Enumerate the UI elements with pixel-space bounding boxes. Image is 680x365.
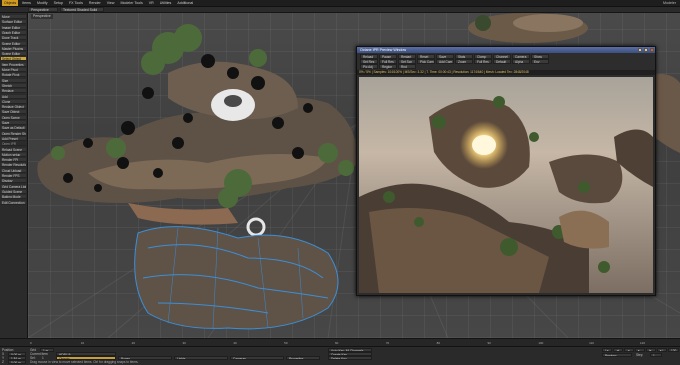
minimize-icon[interactable] bbox=[638, 48, 642, 52]
rock-top-right bbox=[468, 13, 588, 43]
menu-item-fx-tools[interactable]: FX Tools bbox=[67, 0, 85, 6]
tool-button-rotate-pivot[interactable]: Rotate Pivot bbox=[1, 73, 26, 78]
tool-button-graph-editor[interactable]: Graph Editor bbox=[1, 30, 26, 35]
tool-button-cloud-upload[interactable]: Cloud Upload bbox=[1, 168, 26, 173]
menu-item-vr[interactable]: VR bbox=[147, 0, 156, 6]
preview-button[interactable]: Preview bbox=[602, 353, 632, 357]
menu-item-view[interactable]: View bbox=[105, 0, 117, 6]
tool-button-reload-scene[interactable]: Reload Scene bbox=[1, 147, 26, 152]
step-label: Step bbox=[636, 353, 643, 357]
render-output[interactable] bbox=[359, 77, 653, 293]
menu-items: Objects Items Modify Setup FX Tools Render Vie… bbox=[2, 0, 195, 6]
step-back-icon[interactable]: ◀| bbox=[613, 348, 623, 352]
preview-btn-default[interactable]: Default bbox=[493, 59, 511, 64]
tool-button-image-editor[interactable]: Image Editor bbox=[1, 25, 26, 30]
menu-item-utilities[interactable]: Utilities bbox=[158, 0, 174, 6]
z-label: Z bbox=[2, 360, 4, 364]
preview-btn-rnd[interactable]: Rnd bbox=[398, 64, 416, 69]
tool-button-render-resolution[interactable]: Render Resolution bbox=[1, 163, 26, 168]
tool-button-open-scene[interactable]: Open Scene bbox=[1, 115, 26, 120]
tool-button-add[interactable]: Add bbox=[1, 94, 26, 99]
tool-button-master-plugins[interactable]: Master Plugins bbox=[1, 46, 26, 51]
octane-preview-window: Octane IPR Preview Window Reload Pause Res… bbox=[356, 46, 656, 296]
tool-button-open-ipr[interactable]: Open IPR bbox=[1, 142, 26, 147]
cameras-button[interactable]: Cameras bbox=[230, 356, 284, 360]
preview-toolbar: Reload Pause Restart Reset Save Stats Clamp Cha… bbox=[357, 53, 655, 69]
tool-button-stretch[interactable]: Stretch bbox=[1, 83, 26, 88]
torus-light-large bbox=[211, 89, 255, 121]
tool-button-grid-camera-light[interactable]: Grid Camera Light bbox=[1, 184, 26, 189]
frame-end-field[interactable]: 120 bbox=[668, 348, 679, 352]
tool-button-baking-mode[interactable]: Baking Mode bbox=[1, 195, 26, 200]
status-message: Drag mouse in view to move selected item… bbox=[30, 360, 139, 364]
shading-dropdown[interactable]: Textured Shaded Solid bbox=[60, 7, 104, 12]
window-title: Modeler bbox=[663, 1, 676, 5]
tool-button-motion-setup[interactable]: Motion setup bbox=[1, 152, 26, 157]
tool-button-display[interactable]: Display bbox=[1, 179, 26, 184]
tool-button-select-object[interactable]: Select Object bbox=[1, 57, 26, 62]
bottom-panel: Position X 0.00 m Y 1.84 m Z 0.00 m Grid… bbox=[0, 346, 680, 365]
menu-item-modeler-tools[interactable]: Modeler Tools bbox=[118, 0, 144, 6]
tool-button-open-render-shell[interactable]: Open Render Shell bbox=[1, 131, 26, 136]
tool-button-replace-object[interactable]: Replace Object bbox=[1, 105, 26, 110]
lights-button[interactable]: Lights bbox=[174, 356, 228, 360]
preview-btn-region[interactable]: Region bbox=[379, 64, 397, 69]
tool-button-move-pivot[interactable]: Move Pivot bbox=[1, 68, 26, 72]
step-field[interactable]: 1 bbox=[650, 353, 662, 357]
tool-button-guided-scene[interactable]: Guided Scene bbox=[1, 189, 26, 194]
tool-button-size[interactable]: Size bbox=[1, 78, 26, 83]
tool-button-surface-editor[interactable]: Surface Editor bbox=[1, 20, 26, 25]
preview-btn-add-cam[interactable]: Add Cam bbox=[436, 59, 454, 64]
preview-status: 0% / 5% | Samples: 104/100% | MS/Sec: 3.… bbox=[357, 70, 655, 75]
preview-btn-pick-cam[interactable]: Pick Cam bbox=[417, 59, 435, 64]
step-forward-icon[interactable]: |▶ bbox=[646, 348, 656, 352]
tool-button-dope-track[interactable]: Dope Track bbox=[1, 36, 26, 41]
close-icon[interactable] bbox=[650, 48, 654, 52]
tool-button-edit-connection[interactable]: Edit Connection bbox=[1, 200, 26, 205]
tool-button-clone[interactable]: Clone bbox=[1, 99, 26, 104]
tool-button-replace[interactable]: Replace bbox=[1, 89, 26, 94]
maximize-icon[interactable] bbox=[644, 48, 648, 52]
tool-button-move[interactable]: Move bbox=[1, 15, 26, 19]
menu-item-additional[interactable]: Additional bbox=[175, 0, 195, 6]
left-toolbar: Move Surface Editor Image Editor Graph Edit… bbox=[0, 13, 28, 338]
menu-item-modify[interactable]: Modify bbox=[35, 0, 50, 6]
play-reverse-icon[interactable]: ◀ bbox=[624, 348, 634, 352]
menu-item-render[interactable]: Render bbox=[87, 0, 103, 6]
tool-button-render-fpi[interactable]: Render FPI bbox=[1, 158, 26, 163]
tool-button-scene-editor[interactable]: Scene Editor bbox=[1, 41, 26, 46]
z-field[interactable]: 0.00 m bbox=[8, 360, 26, 364]
preview-btn-full-res[interactable]: Full Res bbox=[474, 59, 492, 64]
tool-button-item-properties[interactable]: Item Properties bbox=[1, 62, 26, 67]
main-menu-bar: Objects Items Modify Setup FX Tools Render Vie… bbox=[0, 0, 680, 7]
tool-button-save-object[interactable]: Save Object bbox=[1, 110, 26, 115]
menu-item-setup[interactable]: Setup bbox=[52, 0, 65, 6]
tool-button-save[interactable]: Save bbox=[1, 121, 26, 125]
tool-button-save-as-default[interactable]: Save as Default bbox=[1, 126, 26, 131]
preview-btn-alpha[interactable]: Alpha bbox=[512, 59, 530, 64]
delete-key-button[interactable]: Delete Key bbox=[328, 356, 372, 360]
preview-btn-env[interactable]: Env bbox=[531, 59, 549, 64]
tool-button-scene-editor[interactable]: Scene Editor bbox=[1, 52, 26, 57]
play-icon[interactable]: ▶ bbox=[635, 348, 645, 352]
goto-start-icon[interactable]: |◀ bbox=[602, 348, 612, 352]
preview-btn-pic-adj[interactable]: Pic Adj bbox=[360, 64, 378, 69]
tool-button-render-fps[interactable]: Render FPS bbox=[1, 174, 26, 178]
tool-button-add-preset[interactable]: Add Preset bbox=[1, 136, 26, 141]
selected-rock-wireframe bbox=[134, 226, 339, 330]
torus-light-small bbox=[246, 217, 266, 237]
menu-item-objects[interactable]: Objects bbox=[2, 0, 19, 6]
goto-end-icon[interactable]: ▶| bbox=[657, 348, 667, 352]
render-image bbox=[359, 96, 653, 293]
preview-btn-zoom[interactable]: Zoom bbox=[455, 59, 473, 64]
menu-item-items[interactable]: Items bbox=[20, 0, 33, 6]
properties-button[interactable]: Properties bbox=[286, 356, 320, 360]
view-mode-dropdown[interactable]: Perspective bbox=[28, 7, 58, 12]
viewport-label[interactable]: Perspective bbox=[31, 14, 53, 19]
